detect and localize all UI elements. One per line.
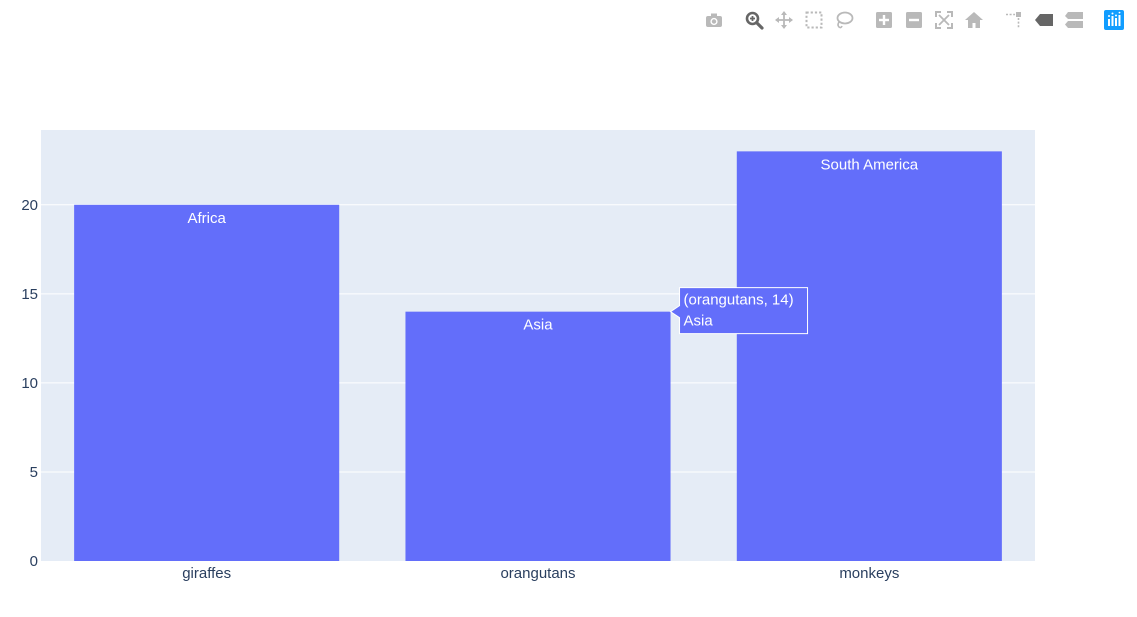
bar-label: Africa xyxy=(187,210,226,227)
bar-label: South America xyxy=(821,156,919,173)
y-tick-label: 15 xyxy=(21,286,38,303)
tooltip-line-2: Asia xyxy=(684,313,714,330)
bar[interactable] xyxy=(74,204,340,562)
bar-label: Asia xyxy=(523,317,553,334)
tooltip-line-1: (orangutans, 14) xyxy=(684,292,794,309)
y-tick-label: 5 xyxy=(30,464,38,481)
bar[interactable] xyxy=(405,311,671,561)
y-tick-label: 0 xyxy=(30,553,38,570)
y-tick-label: 10 xyxy=(21,375,38,392)
x-tick-label: orangutans xyxy=(500,565,575,582)
plotly-chart: 0 5 10 15 20 Africa giraffes Asia orangutans Sout… xyxy=(0,0,1137,617)
bar[interactable] xyxy=(736,151,1002,562)
x-tick-label: giraffes xyxy=(182,565,231,582)
chart-svg: 0 5 10 15 20 Africa giraffes Asia orangutans Sout… xyxy=(21,130,1035,582)
y-tick-label: 20 xyxy=(21,197,38,214)
x-tick-label: monkeys xyxy=(839,565,899,582)
